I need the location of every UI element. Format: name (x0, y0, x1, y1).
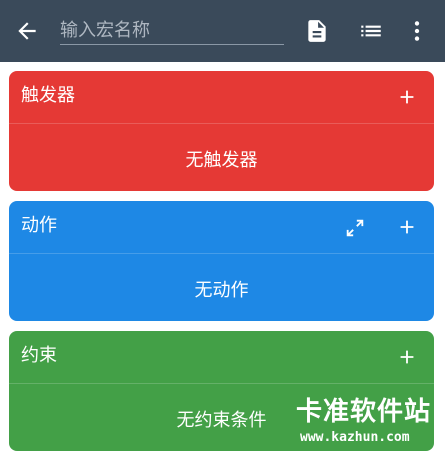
action-card[interactable]: 动作 无动作 (9, 201, 434, 321)
watermark-url: www.kazhun.com (300, 430, 410, 445)
expand-icon[interactable] (344, 217, 366, 239)
document-icon[interactable] (304, 18, 330, 44)
constraint-card-title: 约束 (21, 345, 57, 366)
more-vertical-icon[interactable] (404, 18, 430, 44)
macro-name-input[interactable] (60, 16, 284, 45)
trigger-card-header: 触发器 (9, 71, 434, 124)
plus-icon[interactable] (396, 346, 418, 368)
watermark-title: 卡准软件站 (296, 397, 432, 427)
action-card-title: 动作 (21, 215, 57, 236)
list-icon[interactable] (358, 18, 384, 44)
top-app-bar (0, 0, 445, 62)
trigger-card-title: 触发器 (21, 85, 75, 106)
watermark: 卡准软件站 www.kazhun.com (296, 396, 445, 451)
arrow-left-icon[interactable] (14, 18, 40, 44)
action-card-header: 动作 (9, 201, 434, 254)
plus-icon[interactable] (396, 216, 418, 238)
trigger-card[interactable]: 触发器 无触发器 (9, 71, 434, 191)
constraint-card-header: 约束 (9, 331, 434, 384)
action-empty-text: 无动作 (194, 280, 249, 301)
trigger-empty-text: 无触发器 (185, 150, 258, 171)
plus-icon[interactable] (396, 86, 418, 108)
